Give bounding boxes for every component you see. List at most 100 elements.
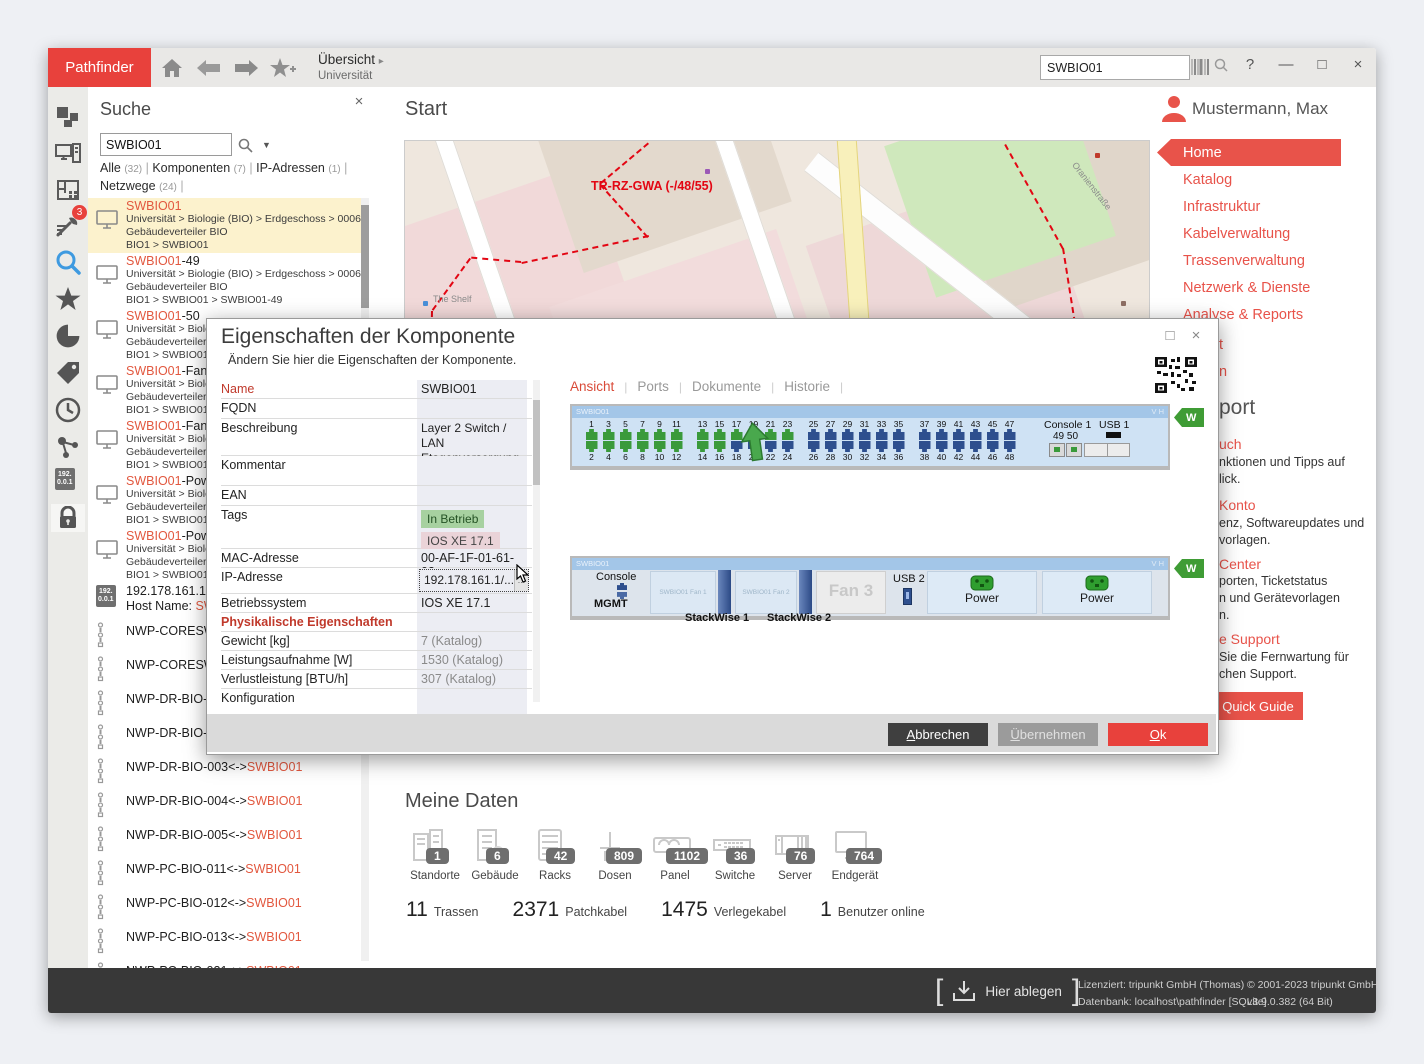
ip-address-value[interactable]: 192.178.161.1/... <box>420 570 514 591</box>
security-icon[interactable] <box>51 504 85 532</box>
floorplan-icon[interactable] <box>54 176 82 204</box>
rj45-port[interactable] <box>893 441 905 452</box>
tab-ansicht[interactable]: Ansicht <box>570 379 614 394</box>
field-value[interactable]: Layer 2 Switch / LAN Etagenversorgung <box>417 419 527 455</box>
rj45-port[interactable] <box>697 429 709 440</box>
panel-view-toggle[interactable]: V H <box>1151 407 1164 416</box>
tile-endgeraet[interactable]: 764 Endgerät <box>826 828 884 890</box>
panel-view-toggle[interactable]: V H <box>1151 559 1164 568</box>
search-rail-icon[interactable] <box>54 248 82 276</box>
breadcrumb[interactable]: Übersicht ▸ <box>318 52 384 67</box>
rj45-port[interactable] <box>842 429 854 440</box>
rj45-port[interactable] <box>671 441 683 452</box>
sidebar-scrollbar-thumb[interactable] <box>361 205 369 308</box>
rj45-port[interactable] <box>697 441 709 452</box>
user-avatar-icon[interactable] <box>1160 94 1188 127</box>
app-logo[interactable]: Pathfinder <box>48 48 151 87</box>
form-row-os[interactable]: Betriebssystem IOS XE 17.1 <box>221 594 532 613</box>
rj45-port[interactable] <box>586 441 598 452</box>
search-options-caret-icon[interactable]: ▼ <box>262 140 271 150</box>
field-value[interactable] <box>417 456 527 485</box>
rj45-port[interactable] <box>714 429 726 440</box>
result-title[interactable]: SWBIO01-49 <box>126 253 369 268</box>
rj45-port[interactable] <box>671 429 683 440</box>
field-value[interactable]: SWBIO01 <box>417 380 527 398</box>
cancel-button[interactable]: Abbrechen <box>888 723 988 746</box>
filter-label[interactable]: Alle <box>100 161 121 175</box>
rj45-port[interactable] <box>936 429 948 440</box>
result-title[interactable]: SWBIO01 <box>126 198 369 213</box>
field-value[interactable]: 00-AF-1F-01-61-03 <box>417 549 527 567</box>
search-result-item[interactable]: 192.0.0.1 NWP-PC-BIO-011<->SWBIO01 <box>88 858 369 892</box>
support-link-fragment[interactable]: Center <box>1219 556 1261 572</box>
rj45-port[interactable] <box>825 441 837 452</box>
rj45-port[interactable] <box>782 441 794 452</box>
support-link-fragment[interactable]: Konto <box>1219 497 1256 513</box>
menu-item[interactable]: Katalog <box>1157 166 1341 193</box>
usb2-port[interactable] <box>903 588 912 605</box>
field-value[interactable] <box>417 689 527 715</box>
search-filter-bar[interactable]: Alle (32) | Komponenten (7) | IP-Adresse… <box>100 160 350 196</box>
barcode-icon[interactable] <box>1191 59 1209 80</box>
tile-racks[interactable]: 42 Racks <box>526 828 584 890</box>
rj45-port[interactable] <box>919 441 931 452</box>
drop-zone[interactable]: [ Hier ablegen ] <box>935 976 1080 1006</box>
menu-item[interactable]: Trassenverwaltung <box>1157 247 1341 274</box>
menu-item[interactable]: Netzwerk & Dienste <box>1157 274 1341 301</box>
form-row-leistung[interactable]: Leistungsaufnahme [W] 1530 (Katalog) <box>221 651 532 670</box>
form-row-ean[interactable]: EAN <box>221 486 532 506</box>
form-row-konfiguration[interactable]: Konfiguration <box>221 689 532 717</box>
quick-guide-button[interactable]: Quick Guide <box>1213 692 1303 720</box>
minimize-button[interactable]: — <box>1273 56 1299 73</box>
tile-switche[interactable]: 36 Switche <box>706 828 764 890</box>
result-netpath[interactable]: NWP-PC-BIO-011<->SWBIO01 <box>126 858 369 876</box>
menu-item-fragment[interactable]: n <box>1219 364 1227 380</box>
switch-rear-panel[interactable]: SWBIO01 V H Console MGMT SWBIO01 Fan 1 S… <box>570 556 1170 620</box>
form-row-name[interactable]: Name SWBIO01 <box>221 380 532 399</box>
search-panel-close-icon[interactable]: × <box>350 93 368 110</box>
search-filter[interactable]: Komponenten (7) | <box>152 161 256 175</box>
rj45-port[interactable] <box>1004 441 1016 452</box>
hierarchy-icon[interactable] <box>54 103 82 131</box>
menu-item-fragment[interactable]: t <box>1219 337 1223 353</box>
rj45-port[interactable] <box>876 441 888 452</box>
search-result-item[interactable]: SWBIO01-49 Universität > Biologie (BIO) … <box>88 253 369 308</box>
rj45-port[interactable] <box>953 441 965 452</box>
sfp-port-50[interactable] <box>1066 443 1082 457</box>
rj45-port[interactable] <box>987 441 999 452</box>
rj45-port[interactable] <box>825 429 837 440</box>
close-button[interactable]: × <box>1345 56 1371 73</box>
form-row-gewicht[interactable]: Gewicht [kg] 7 (Katalog) <box>221 632 532 651</box>
topology-icon[interactable] <box>54 433 82 461</box>
field-value[interactable] <box>417 399 527 418</box>
result-netpath[interactable]: NWP-DR-BIO-005<->SWBIO01 <box>126 824 369 842</box>
tag-badge-in-betrieb[interactable]: In Betrieb <box>421 510 484 528</box>
sidebar-search-input[interactable] <box>101 138 231 152</box>
rj45-port[interactable] <box>603 441 615 452</box>
rj45-port[interactable] <box>859 429 871 440</box>
search-icon[interactable] <box>1214 58 1228 77</box>
rj45-port[interactable] <box>859 441 871 452</box>
search-result-item[interactable]: SWBIO01 Universität > Biologie (BIO) > E… <box>88 198 369 253</box>
fan1-module[interactable]: SWBIO01 Fan 1 <box>650 571 716 614</box>
history-icon[interactable] <box>54 396 82 424</box>
rj45-port[interactable] <box>936 441 948 452</box>
form-row-ip[interactable]: IP-Adresse 192.178.161.1/... … <box>221 568 532 594</box>
sidebar-search-field[interactable] <box>100 133 232 156</box>
result-netpath[interactable]: NWP-PC-BIO-012<->SWBIO01 <box>126 892 369 910</box>
rj45-port[interactable] <box>919 429 931 440</box>
search-result-item[interactable]: 192.0.0.1 NWP-DR-BIO-004<->SWBIO01 <box>88 790 369 824</box>
statistics-icon[interactable] <box>54 322 82 350</box>
search-result-item[interactable]: 192.0.0.1 NWP-DR-BIO-005<->SWBIO01 <box>88 824 369 858</box>
stackwise1-port[interactable] <box>718 570 731 614</box>
rj45-port[interactable] <box>987 429 999 440</box>
rj45-port[interactable] <box>842 441 854 452</box>
rj45-port[interactable] <box>876 429 888 440</box>
filter-label[interactable]: IP-Adressen <box>256 161 325 175</box>
rj45-port[interactable] <box>620 429 632 440</box>
field-value[interactable]: IOS XE 17.1 <box>417 594 527 612</box>
rj45-port[interactable] <box>1004 429 1016 440</box>
tab-ports[interactable]: Ports <box>637 379 669 394</box>
form-row-verlust[interactable]: Verlustleistung [BTU/h] 307 (Katalog) <box>221 670 532 689</box>
search-result-item[interactable]: 192.0.0.1 NWP-DR-BIO-003<->SWBIO01 <box>88 756 369 790</box>
